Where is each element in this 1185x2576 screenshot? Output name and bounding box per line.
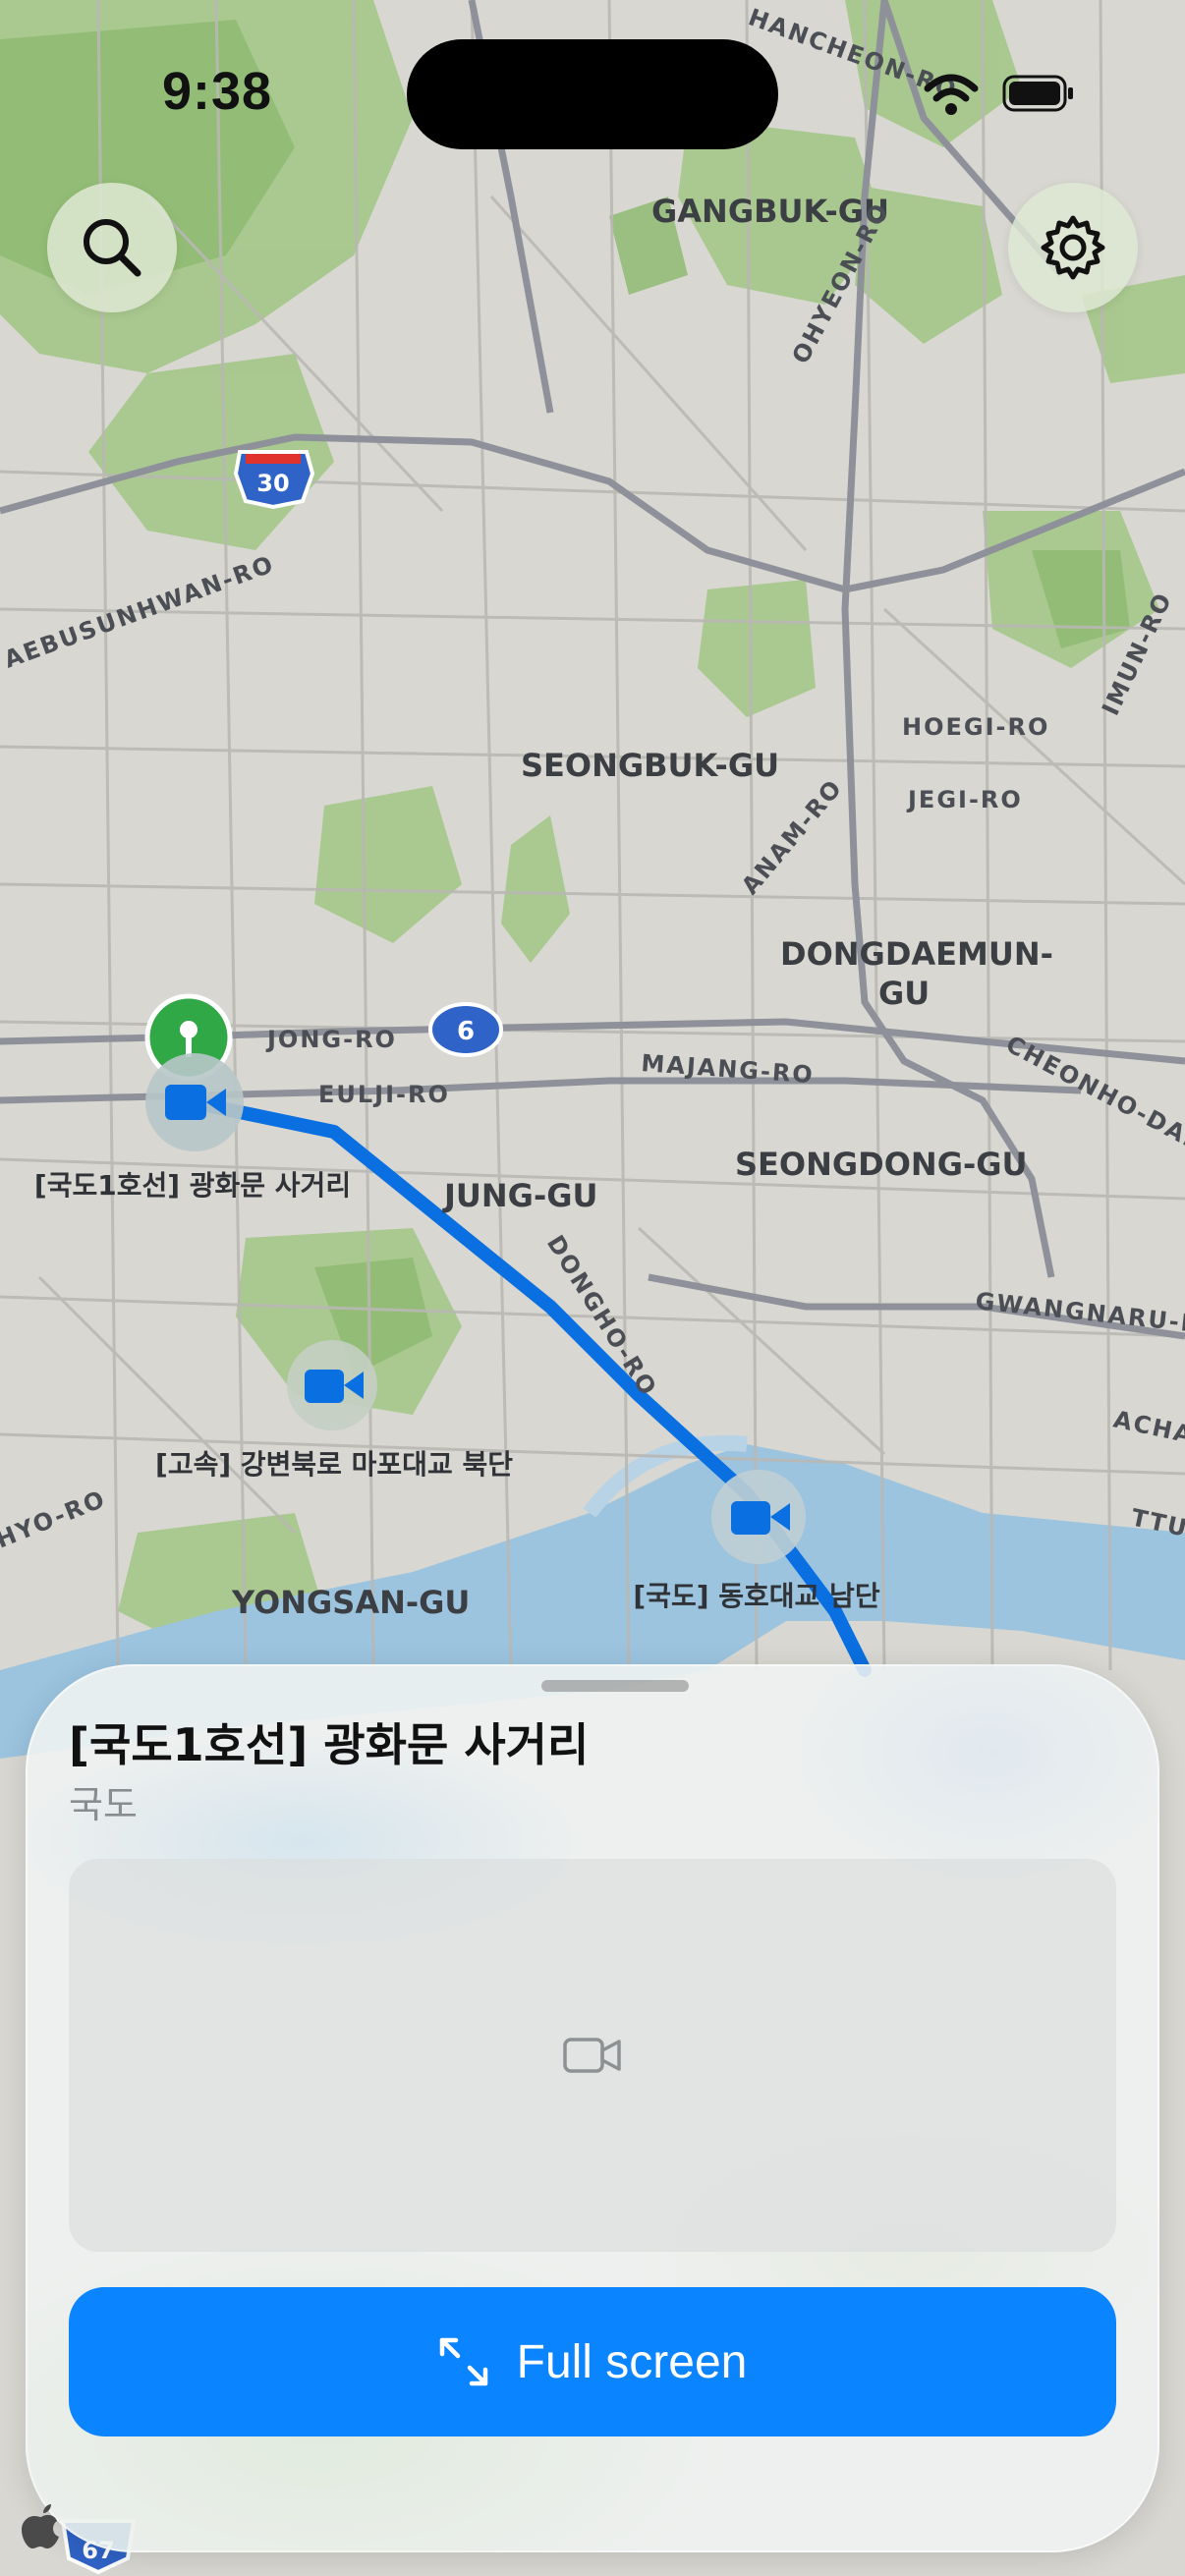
camera-label: [국도] 동호대교 남단 [633, 1580, 879, 1612]
video-preview[interactable] [69, 1859, 1116, 2252]
district-label: SEONGDONG-GU [735, 1146, 1028, 1183]
svg-text:30: 30 [256, 470, 289, 497]
search-icon [84, 219, 141, 277]
apple-maps-logo [22, 2504, 59, 2548]
district-label: GU [878, 975, 930, 1012]
settings-button[interactable] [1008, 183, 1138, 312]
camera-label: [고속] 강변북로 마포대교 북단 [155, 1448, 513, 1481]
route-shield-6: 6 [428, 1002, 503, 1057]
status-time: 9:38 [162, 62, 273, 121]
full-screen-label: Full screen [516, 2335, 748, 2388]
district-label: YONGSAN-GU [231, 1584, 470, 1621]
district-label: GANGBUK-GU [651, 193, 889, 230]
gear-icon [1041, 215, 1105, 280]
route-shield-30: 30 [233, 450, 315, 510]
search-button[interactable] [47, 183, 177, 312]
road-label: HOEGI-RO [902, 713, 1049, 741]
camera-marker[interactable] [287, 1340, 377, 1430]
wifi-icon [924, 74, 979, 115]
sheet-grabber[interactable] [541, 1680, 689, 1692]
dynamic-island [407, 39, 778, 149]
road-label: EULJI-RO [318, 1081, 450, 1108]
camera-marker-selected[interactable] [145, 1053, 244, 1151]
district-label: SEONGBUK-GU [521, 747, 779, 784]
expand-arrows-icon [439, 2337, 487, 2386]
camera-label: [국도1호선] 광화문 사거리 [34, 1169, 351, 1202]
road-label: JEGI-RO [906, 786, 1023, 813]
svg-text:6: 6 [457, 1017, 475, 1046]
video-camera-icon [563, 2038, 621, 2073]
road-label: JONG-RO [265, 1026, 397, 1053]
camera-detail-sheet[interactable]: [국도1호선] 광화문 사거리 국도 Full screen [26, 1664, 1159, 2552]
camera-title: [국도1호선] 광화문 사거리 [69, 1718, 590, 1771]
district-label: JUNG-GU [442, 1177, 597, 1214]
camera-marker[interactable] [711, 1470, 806, 1564]
battery-icon [1002, 75, 1073, 112]
full-screen-button[interactable]: Full screen [69, 2287, 1116, 2436]
district-label: DONGDAEMUN- [780, 935, 1053, 973]
camera-category: 국도 [69, 1783, 138, 1826]
